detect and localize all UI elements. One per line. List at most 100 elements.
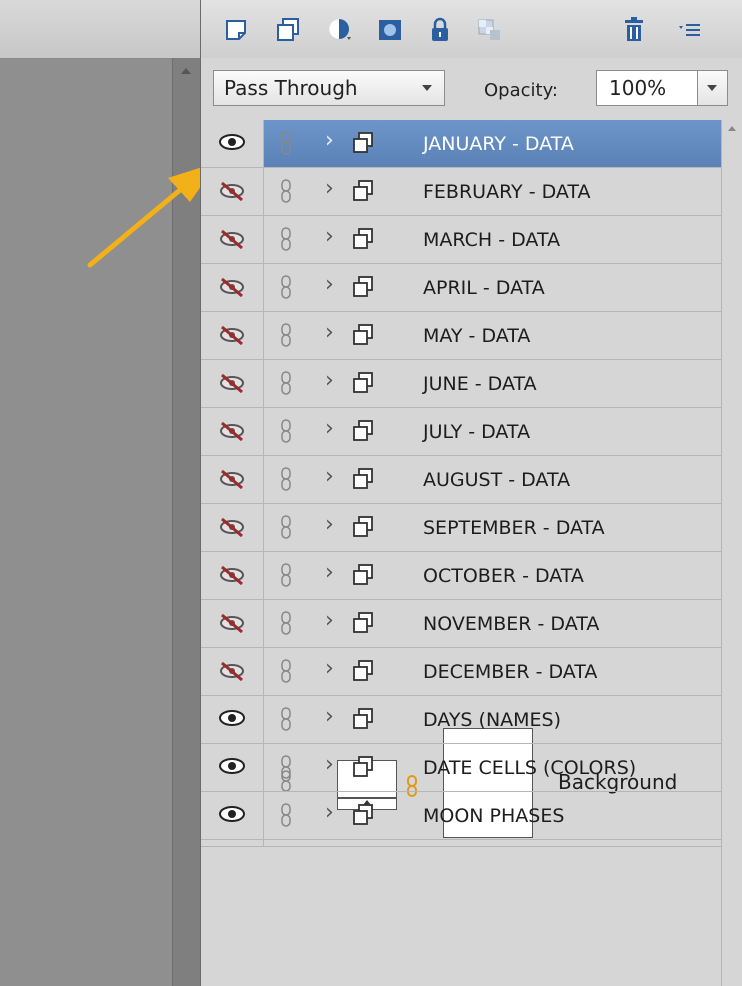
layer-name: SEPTEMBER - DATA	[423, 517, 605, 539]
link-icon[interactable]	[279, 515, 293, 543]
layer-name: JUNE - DATA	[423, 373, 537, 395]
layer-name: JULY - DATA	[423, 421, 531, 443]
blend-mode-select[interactable]: Pass Through	[213, 70, 445, 106]
lock-transparency-icon[interactable]	[477, 17, 503, 43]
link-icon[interactable]	[279, 323, 293, 351]
visibility-toggle[interactable]	[201, 168, 264, 215]
layers-scrollbar[interactable]	[721, 120, 742, 986]
visibility-toggle[interactable]	[201, 792, 264, 839]
layer-name: AUGUST - DATA	[423, 469, 571, 491]
group-icon	[351, 419, 375, 447]
expand-chevron-icon[interactable]: ›	[325, 656, 334, 681]
layer-row[interactable]: › OCTOBER - DATA	[201, 552, 721, 600]
expand-chevron-icon[interactable]: ›	[325, 464, 334, 489]
layers-list: Background › JANUARY - DATA › FEBRUARY - DA…	[201, 120, 721, 986]
layer-row[interactable]: › APRIL - DATA	[201, 264, 721, 312]
expand-chevron-icon[interactable]: ›	[325, 128, 334, 153]
eye-hidden-icon	[220, 517, 244, 538]
layers-toolbar	[201, 0, 742, 59]
layer-row[interactable]: › JUNE - DATA	[201, 360, 721, 408]
link-icon[interactable]	[279, 755, 293, 783]
visibility-toggle[interactable]	[201, 216, 264, 263]
link-icon[interactable]	[279, 803, 293, 831]
trash-icon[interactable]	[621, 17, 647, 43]
layer-row[interactable]: › MOON PHASES	[201, 792, 721, 840]
link-icon[interactable]	[279, 275, 293, 303]
group-icon	[351, 707, 375, 735]
panel-menu-icon[interactable]	[677, 17, 703, 43]
group-icon	[351, 563, 375, 591]
expand-chevron-icon[interactable]: ›	[325, 512, 334, 537]
visibility-toggle[interactable]	[201, 456, 264, 503]
layers-panel: Pass Through Opacity: 100% Background › J…	[200, 0, 742, 986]
layer-row[interactable]: › JULY - DATA	[201, 408, 721, 456]
layer-row[interactable]: › FEBRUARY - DATA	[201, 168, 721, 216]
link-icon[interactable]	[279, 419, 293, 447]
link-icon[interactable]	[279, 131, 293, 159]
eye-hidden-icon	[220, 181, 244, 202]
layer-row[interactable]: › MARCH - DATA	[201, 216, 721, 264]
eye-hidden-icon	[220, 613, 244, 634]
expand-chevron-icon[interactable]: ›	[325, 368, 334, 393]
eye-hidden-icon	[220, 373, 244, 394]
layer-row[interactable]: › JANUARY - DATA	[201, 120, 721, 168]
group-icon	[351, 371, 375, 399]
link-icon[interactable]	[279, 371, 293, 399]
eye-hidden-icon	[220, 277, 244, 298]
eye-hidden-icon	[220, 325, 244, 346]
layer-mask-icon[interactable]	[377, 17, 403, 43]
visibility-toggle[interactable]	[201, 600, 264, 647]
layer-row[interactable]: › DAYS (NAMES)	[201, 696, 721, 744]
adjustment-layer-icon[interactable]	[327, 17, 353, 43]
visibility-toggle[interactable]	[201, 504, 264, 551]
link-icon[interactable]	[279, 659, 293, 687]
visibility-toggle[interactable]	[201, 696, 264, 743]
expand-chevron-icon[interactable]: ›	[325, 176, 334, 201]
layer-row[interactable]: › SEPTEMBER - DATA	[201, 504, 721, 552]
layer-row[interactable]: › MAY - DATA	[201, 312, 721, 360]
expand-chevron-icon[interactable]: ›	[325, 608, 334, 633]
link-icon[interactable]	[279, 563, 293, 591]
group-icon	[351, 227, 375, 255]
layer-row[interactable]: › DECEMBER - DATA	[201, 648, 721, 696]
new-layer-icon[interactable]	[223, 17, 249, 43]
eye-hidden-icon	[220, 421, 244, 442]
expand-chevron-icon[interactable]: ›	[325, 416, 334, 441]
layer-name: APRIL - DATA	[423, 277, 545, 299]
visibility-toggle[interactable]	[201, 264, 264, 311]
group-icon	[351, 179, 375, 207]
visibility-toggle[interactable]	[201, 312, 264, 359]
blend-options-row: Pass Through Opacity: 100%	[201, 58, 742, 120]
layer-row[interactable]: › NOVEMBER - DATA	[201, 600, 721, 648]
link-icon[interactable]	[279, 179, 293, 207]
opacity-dropdown-button[interactable]	[698, 70, 728, 106]
expand-chevron-icon[interactable]: ›	[325, 272, 334, 297]
visibility-toggle[interactable]	[201, 552, 264, 599]
expand-chevron-icon[interactable]: ›	[325, 800, 334, 825]
link-icon[interactable]	[279, 467, 293, 495]
scroll-up-arrow-icon[interactable]	[728, 126, 736, 131]
link-icon[interactable]	[279, 227, 293, 255]
visibility-toggle[interactable]	[201, 120, 264, 167]
expand-chevron-icon[interactable]: ›	[325, 320, 334, 345]
expand-chevron-icon[interactable]: ›	[325, 560, 334, 585]
new-group-icon[interactable]	[275, 17, 301, 43]
expand-chevron-icon[interactable]: ›	[325, 704, 334, 729]
layer-name: DAYS (NAMES)	[423, 709, 562, 731]
visibility-toggle[interactable]	[201, 648, 264, 695]
chevron-down-icon	[422, 85, 432, 91]
link-icon[interactable]	[279, 707, 293, 735]
layer-name: FEBRUARY - DATA	[423, 181, 591, 203]
layer-row[interactable]: › AUGUST - DATA	[201, 456, 721, 504]
scroll-up-arrow-icon[interactable]	[181, 68, 191, 74]
link-icon[interactable]	[279, 611, 293, 639]
visibility-toggle[interactable]	[201, 744, 264, 791]
lock-icon[interactable]	[427, 17, 453, 43]
layer-name: MAY - DATA	[423, 325, 531, 347]
opacity-input[interactable]: 100%	[596, 70, 698, 106]
visibility-toggle[interactable]	[201, 408, 264, 455]
layer-row[interactable]: › DATE CELLS (COLORS)	[201, 744, 721, 792]
expand-chevron-icon[interactable]: ›	[325, 752, 334, 777]
expand-chevron-icon[interactable]: ›	[325, 224, 334, 249]
visibility-toggle[interactable]	[201, 360, 264, 407]
